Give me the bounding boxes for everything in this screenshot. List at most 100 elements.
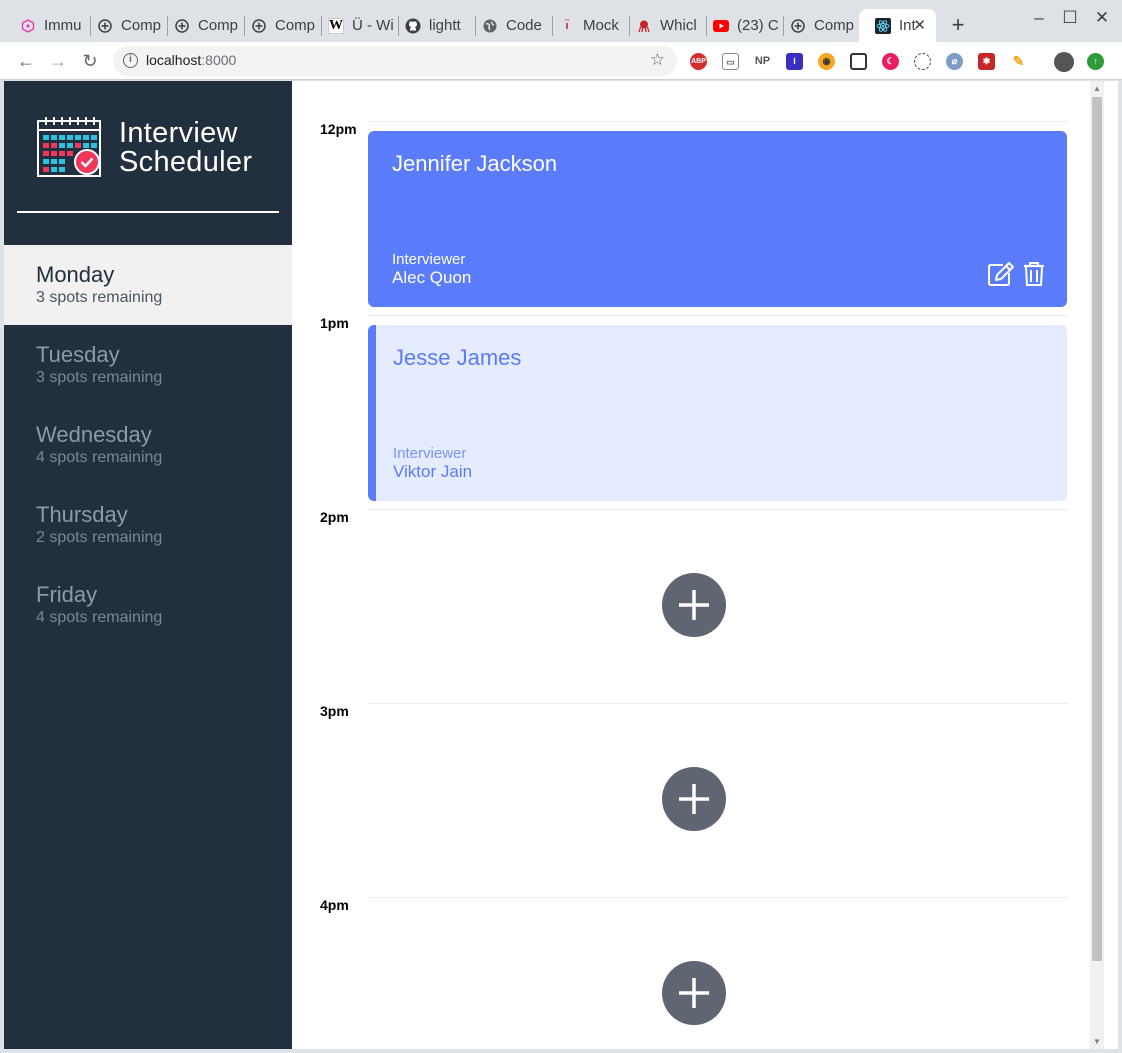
- spots-remaining: 4 spots remaining: [36, 449, 163, 466]
- appointment-actions: [987, 261, 1045, 287]
- day-item-monday[interactable]: Monday 3 spots remaining: [4, 245, 292, 325]
- moon-icon[interactable]: ☾: [882, 53, 899, 70]
- day-name: Friday: [36, 582, 98, 607]
- url-host: localhost: [146, 52, 202, 68]
- scrollbar[interactable]: ▲ ▼: [1090, 81, 1104, 1049]
- time-label: 2pm: [320, 509, 349, 525]
- interviewer-label: Interviewer: [392, 251, 466, 268]
- compass-icon: [97, 18, 113, 34]
- slot-divider: [368, 509, 1068, 510]
- browser-window: Immu Comp Comp Comp W Ü - Wi lightt Code…: [0, 0, 1122, 1053]
- pip-icon[interactable]: [850, 53, 867, 70]
- add-appointment-button[interactable]: [662, 961, 726, 1025]
- appointment-card[interactable]: Jesse James Interviewer Viktor Jain: [368, 325, 1067, 501]
- time-label: 12pm: [320, 121, 357, 137]
- trash-icon[interactable]: [1023, 261, 1045, 287]
- student-name: Jennifer Jackson: [392, 151, 558, 176]
- compass-icon: [251, 18, 267, 34]
- day-list: Monday 3 spots remaining Tuesday 3 spots…: [4, 245, 292, 645]
- tab-which[interactable]: Whicl: [620, 9, 706, 42]
- scroll-down-arrow-icon[interactable]: ▼: [1093, 1037, 1101, 1046]
- edit-icon[interactable]: [987, 261, 1015, 287]
- close-window-button[interactable]: ✕: [1087, 8, 1117, 28]
- tab-comp-2[interactable]: Comp: [158, 9, 244, 42]
- adblock-icon[interactable]: ABP: [690, 53, 707, 70]
- compass-icon: [174, 18, 190, 34]
- day-item-friday[interactable]: Friday 4 spots remaining: [4, 565, 292, 645]
- tab-interview-scheduler[interactable]: Int ✕: [859, 9, 936, 42]
- reload-button[interactable]: ↻: [79, 50, 101, 72]
- plus-icon: [679, 590, 709, 620]
- day-item-thursday[interactable]: Thursday 2 spots remaining: [4, 485, 292, 565]
- slot-divider: [368, 121, 1068, 122]
- plus-icon: [679, 784, 709, 814]
- interviewer-name: Alec Quon: [392, 268, 472, 287]
- day-item-tuesday[interactable]: Tuesday 3 spots remaining: [4, 325, 292, 405]
- bug-icon[interactable]: ✱: [978, 53, 995, 70]
- tab-comp-1[interactable]: Comp: [81, 9, 167, 42]
- time-label: 1pm: [320, 315, 349, 331]
- close-tab-icon[interactable]: ✕: [913, 16, 926, 34]
- add-appointment-button[interactable]: [662, 573, 726, 637]
- maximize-button[interactable]: ☐: [1055, 8, 1085, 28]
- bookmark-star-icon[interactable]: ☆: [650, 50, 665, 70]
- slot-divider: [368, 703, 1068, 704]
- schedule: 12pm Jennifer Jackson Interviewer Alec Q…: [292, 81, 1104, 1049]
- compass-extension-icon[interactable]: ⌀: [946, 53, 963, 70]
- tab-strip: Immu Comp Comp Comp W Ü - Wi lightt Code…: [0, 0, 1122, 42]
- spots-remaining: 4 spots remaining: [36, 609, 163, 626]
- scroll-up-arrow-icon[interactable]: ▲: [1093, 84, 1101, 93]
- compass-icon: [790, 18, 806, 34]
- owl-icon[interactable]: ◉: [818, 53, 835, 70]
- url-port: :8000: [201, 52, 237, 68]
- update-icon[interactable]: ↑: [1087, 53, 1104, 70]
- day-name: Monday: [36, 262, 115, 287]
- tab-youtube[interactable]: (23) C: [697, 9, 783, 42]
- minimize-button[interactable]: –: [1024, 8, 1054, 28]
- pencil-icon[interactable]: ✎: [1010, 53, 1027, 70]
- add-appointment-button[interactable]: [662, 767, 726, 831]
- tab-comp-3[interactable]: Comp: [235, 9, 321, 42]
- scrollbar-thumb[interactable]: [1092, 97, 1102, 961]
- tab-wikipedia[interactable]: W Ü - Wi: [312, 9, 398, 42]
- tab-comp-4[interactable]: Comp: [774, 9, 860, 42]
- day-name: Thursday: [36, 502, 128, 527]
- mock-icon: ı̈: [565, 19, 569, 32]
- spots-remaining: 3 spots remaining: [36, 289, 163, 306]
- spots-remaining: 2 spots remaining: [36, 529, 163, 546]
- interviewer-label: Interviewer: [393, 445, 467, 462]
- info-extension-icon[interactable]: i: [786, 53, 803, 70]
- tab-immu[interactable]: Immu: [4, 9, 90, 42]
- extension-box-icon[interactable]: ▭: [722, 53, 739, 70]
- info-icon[interactable]: i: [123, 53, 138, 68]
- np-icon[interactable]: NP: [754, 53, 771, 70]
- day-item-wednesday[interactable]: Wednesday 4 spots remaining: [4, 405, 292, 485]
- avatar[interactable]: [1054, 52, 1074, 72]
- forward-button[interactable]: →: [47, 50, 69, 72]
- time-label: 3pm: [320, 703, 349, 719]
- time-label: 4pm: [320, 897, 349, 913]
- slot-divider: [368, 315, 1068, 316]
- app: Interview Scheduler Monday 3 spots remai…: [4, 81, 1118, 1049]
- tab-mock[interactable]: ı̈ Mock: [543, 9, 629, 42]
- address-bar[interactable]: i localhost:8000 ☆: [113, 46, 677, 76]
- interviewer-name: Viktor Jain: [393, 462, 473, 481]
- circle-extension-icon[interactable]: [914, 53, 931, 70]
- plus-icon: [679, 978, 709, 1008]
- tab-code[interactable]: Code: [466, 9, 552, 42]
- student-name: Jesse James: [393, 345, 522, 370]
- sidebar: Interview Scheduler Monday 3 spots remai…: [4, 81, 292, 1049]
- wikipedia-icon: W: [328, 17, 344, 34]
- tab-github[interactable]: lightt: [389, 9, 475, 42]
- new-tab-button[interactable]: +: [948, 12, 968, 38]
- sidebar-divider: [17, 211, 279, 213]
- react-icon: [875, 17, 891, 34]
- slot-divider: [368, 897, 1068, 898]
- back-button[interactable]: ←: [15, 50, 37, 72]
- graphql-icon: [20, 18, 36, 34]
- octopus-icon: [636, 18, 652, 34]
- globe-icon: [482, 18, 498, 34]
- spots-remaining: 3 spots remaining: [36, 369, 163, 386]
- calendar-logo-icon: [37, 117, 101, 177]
- day-name: Tuesday: [36, 342, 120, 367]
